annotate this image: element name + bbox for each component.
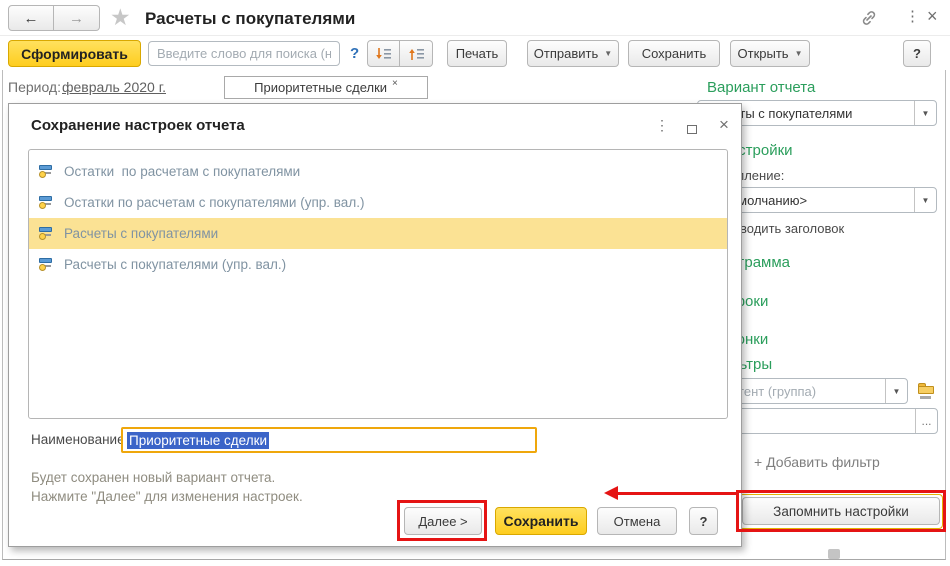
save-button[interactable]: Сохранить — [628, 40, 720, 67]
report-variant-icon — [39, 195, 56, 210]
dialog-more-icon[interactable]: ⋮ — [655, 118, 669, 132]
tag-close-icon[interactable]: × — [392, 78, 398, 89]
splitter-grip[interactable] — [828, 549, 840, 559]
report-variant-icon — [39, 257, 56, 272]
annotation-box-remember-button — [736, 490, 946, 532]
window-close-icon[interactable]: × — [927, 7, 938, 25]
favorite-star-icon[interactable]: ★ — [110, 6, 131, 29]
chevron-down-icon: ▼ — [794, 48, 803, 58]
annotation-arrow-line — [616, 492, 737, 495]
report-variant-list: Остатки по расчетам с покупателями Остат… — [28, 149, 728, 419]
sort-button-group — [367, 40, 433, 67]
variant-heading[interactable]: Вариант отчета — [707, 79, 815, 96]
chevron-down-icon[interactable]: ▼ — [914, 101, 936, 125]
name-input[interactable]: Приоритетные сделки — [121, 427, 537, 453]
dialog-close-icon[interactable]: × — [719, 116, 729, 133]
info-line-2: Нажмите "Далее" для изменения настроек. — [31, 489, 303, 504]
sort-descending-icon — [376, 47, 391, 59]
list-item[interactable]: Остатки по расчетам с покупателями (упр.… — [29, 187, 727, 218]
open-button[interactable]: Открыть ▼ — [730, 40, 810, 67]
saved-setting-tag[interactable]: Приоритетные сделки × — [224, 76, 428, 99]
back-arrow-icon: ← — [23, 9, 39, 27]
period-value-link[interactable]: февраль 2020 г. — [62, 79, 166, 95]
cancel-button[interactable]: Отмена — [597, 507, 677, 535]
more-menu-icon[interactable]: ⋮ — [905, 9, 920, 24]
back-button[interactable]: ← — [8, 5, 54, 31]
report-variant-icon — [39, 164, 56, 179]
forward-arrow-icon: → — [69, 9, 84, 27]
chevron-down-icon[interactable]: ▼ — [914, 188, 936, 212]
annotation-arrow-head — [604, 486, 618, 500]
sort-ascending-button[interactable] — [400, 40, 433, 67]
list-item-selected[interactable]: Расчеты с покупателями — [29, 218, 727, 249]
nav-history-group: ← → — [8, 5, 100, 31]
info-line-1: Будет сохранен новый вариант отчета. — [31, 470, 276, 485]
app-window: ← → ★ Расчеты с покупателями ⋮ × Сформир… — [0, 0, 950, 566]
name-selected-text: Приоритетные сделки — [127, 431, 270, 449]
search-help-icon[interactable]: ? — [350, 45, 359, 62]
print-button[interactable]: Печать — [447, 40, 507, 67]
forward-button[interactable]: → — [54, 5, 100, 31]
report-variant-icon — [39, 226, 56, 241]
add-filter-link[interactable]: + Добавить фильтр — [754, 454, 880, 470]
tag-label: Приоритетные сделки — [254, 80, 388, 95]
generate-report-button[interactable]: Сформировать — [8, 40, 141, 67]
page-title: Расчеты с покупателями — [145, 9, 356, 28]
period-label: Период: — [8, 79, 61, 95]
list-item[interactable]: Расчеты с покупателями (упр. вал.) — [29, 249, 727, 280]
dialog-title: Сохранение настроек отчета — [31, 117, 245, 134]
dialog-save-button[interactable]: Сохранить — [495, 507, 587, 535]
dialog-help-button[interactable]: ? — [689, 507, 718, 535]
annotation-box-next-button — [397, 500, 487, 541]
get-link-icon[interactable] — [860, 9, 878, 27]
chevron-down-icon: ▼ — [604, 48, 613, 58]
choose-from-list-icon[interactable] — [918, 383, 936, 399]
sort-descending-button[interactable] — [367, 40, 400, 67]
help-button[interactable]: ? — [903, 40, 931, 67]
dialog-maximize-icon[interactable] — [687, 121, 697, 139]
name-label: Наименование: — [31, 432, 129, 447]
send-button[interactable]: Отправить ▼ — [527, 40, 619, 67]
save-settings-dialog: Сохранение настроек отчета ⋮ × Остатки п… — [8, 103, 742, 547]
ellipsis-button[interactable]: ... — [915, 409, 937, 433]
sort-ascending-icon — [408, 48, 424, 60]
list-item[interactable]: Остатки по расчетам с покупателями — [29, 156, 727, 187]
search-input[interactable] — [148, 41, 340, 66]
chevron-down-icon[interactable]: ▼ — [885, 379, 907, 403]
titlebar-divider — [0, 35, 950, 36]
